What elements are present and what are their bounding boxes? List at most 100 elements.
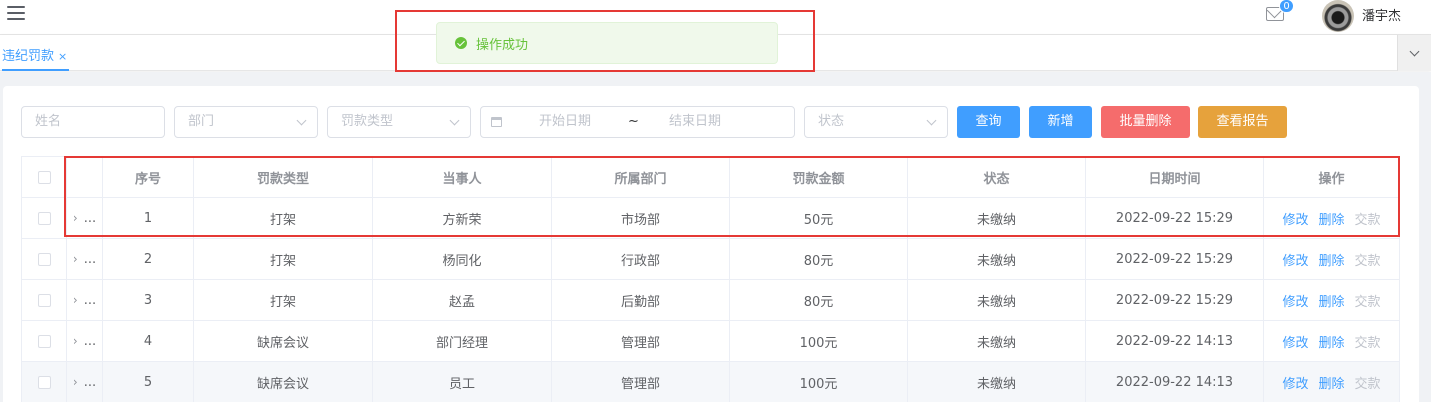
success-toast: 操作成功	[436, 22, 778, 64]
delete-button[interactable]: 删除	[1318, 209, 1344, 228]
column-header-index[interactable]: 序号	[103, 157, 194, 197]
expand-ellipsis: ...	[83, 251, 97, 267]
expand-ellipsis: ...	[83, 374, 97, 390]
expand-chevron-right-icon[interactable]: ›	[73, 334, 78, 348]
column-header-department[interactable]: 所属部门	[552, 157, 730, 197]
row-expand-cell[interactable]: ›...	[67, 239, 103, 279]
query-button[interactable]: 查询	[957, 106, 1020, 138]
cell-fine-type: 缺席会议	[194, 362, 373, 402]
edit-button[interactable]: 修改	[1282, 291, 1308, 310]
fine-type-placeholder: 罚款类型	[341, 114, 394, 129]
table-row[interactable]: ›... 2 打架 杨同化 行政部 80元 未缴纳 2022-09-22 15:29 修改 删除交…	[22, 239, 1400, 280]
cell-datetime: 2022-09-22 14:13	[1086, 362, 1264, 402]
fine-table: 序号 罚款类型 当事人 所属部门 罚款金额 状态 日期时间 操作 ›... 1 打架…	[21, 156, 1400, 402]
row-expand-cell[interactable]: ›...	[67, 321, 103, 361]
tag-fine-page[interactable]: 违纪罚款 ×	[2, 45, 70, 71]
chevron-down-icon	[449, 115, 460, 126]
table-row[interactable]: ›... 3 打架 赵孟 后勤部 80元 未缴纳 2022-09-22 15:29 修改 删除 交款	[22, 280, 1400, 321]
cell-person: 部门经理	[373, 321, 552, 361]
table-row[interactable]: ›... 5 缺席会议 员工 管理部 100元 未缴纳 2022-09-22 14:13 修改删…	[22, 362, 1400, 402]
hamburger-menu-icon[interactable]	[7, 6, 25, 22]
pay-button[interactable]: 交款	[1355, 250, 1381, 269]
pay-button[interactable]: 交款	[1355, 291, 1381, 310]
table-header-row: 序号 罚款类型 当事人 所属部门 罚款金额 状态 日期时间 操作	[22, 157, 1400, 198]
expand-chevron-right-icon[interactable]: ›	[73, 211, 78, 225]
row-select-cell	[22, 321, 67, 361]
chevron-down-icon	[296, 115, 307, 126]
column-header-person[interactable]: 当事人	[373, 157, 552, 197]
expand-chevron-right-icon[interactable]: ›	[73, 252, 78, 266]
row-expand-cell[interactable]: ›...	[67, 362, 103, 402]
expand-chevron-right-icon[interactable]: ›	[73, 293, 78, 307]
delete-button[interactable]: 删除	[1318, 250, 1344, 269]
pay-button[interactable]: 交款	[1355, 373, 1381, 392]
cell-actions: 修改 删除 交款	[1264, 239, 1400, 279]
column-header-amount[interactable]: 罚款金额	[730, 157, 908, 197]
row-checkbox[interactable]	[37, 211, 51, 225]
row-expand-cell[interactable]: ›...	[67, 280, 103, 320]
cell-person: 员工	[373, 362, 552, 402]
name-search-input[interactable]: 姓名	[21, 106, 165, 138]
user-avatar[interactable]	[1322, 0, 1354, 32]
cell-amount: 80元	[730, 280, 908, 320]
tag-label: 违纪罚款	[2, 49, 55, 64]
row-expand-cell[interactable]: ›...	[67, 198, 103, 238]
cell-index: 2	[103, 239, 194, 279]
cell-index: 1	[103, 198, 194, 238]
tags-dropdown-chevron-down-icon[interactable]	[1397, 35, 1431, 71]
cell-index: 4	[103, 321, 194, 361]
cell-actions: 修改 删除 交款	[1264, 280, 1400, 320]
cell-status: 未缴纳	[908, 198, 1086, 238]
user-name[interactable]: 潘宇杰	[1362, 5, 1401, 24]
cell-amount: 50元	[730, 198, 908, 238]
table-row[interactable]: ›... 1 打架 方新荣 市场部 50元 未缴纳 2022-09-22 15:29 修改 删除交…	[22, 198, 1400, 239]
cell-department: 行政部	[552, 239, 730, 279]
calendar-icon	[491, 117, 502, 127]
edit-button[interactable]: 修改	[1282, 250, 1308, 269]
edit-button[interactable]: 修改	[1282, 209, 1308, 228]
delete-button[interactable]: 删除	[1318, 291, 1344, 310]
cell-fine-type: 缺席会议	[194, 321, 373, 361]
table-row[interactable]: ›... 4 缺席会议 部门经理 管理部 100元 未缴纳 2022-09-22 14:13 修…	[22, 321, 1400, 362]
select-all-cell	[22, 157, 67, 197]
success-check-icon	[455, 37, 467, 49]
select-all-checkbox[interactable]	[37, 170, 51, 184]
column-header-datetime[interactable]: 日期时间	[1086, 157, 1264, 197]
end-date-placeholder[interactable]: 结束日期	[669, 107, 721, 137]
department-placeholder: 部门	[188, 114, 215, 129]
edit-button[interactable]: 修改	[1282, 373, 1308, 392]
row-checkbox[interactable]	[37, 334, 51, 348]
expand-chevron-right-icon[interactable]: ›	[73, 375, 78, 389]
cell-fine-type: 打架	[194, 280, 373, 320]
pay-button[interactable]: 交款	[1355, 332, 1381, 351]
batch-delete-button[interactable]: 批量删除	[1101, 106, 1190, 138]
add-button[interactable]: 新增	[1029, 106, 1092, 138]
tag-close-icon[interactable]: ×	[58, 50, 67, 63]
expand-header-cell	[67, 157, 103, 197]
pay-button[interactable]: 交款	[1355, 209, 1381, 228]
cell-status: 未缴纳	[908, 239, 1086, 279]
view-report-button[interactable]: 查看报告	[1198, 106, 1287, 138]
column-header-fine-type[interactable]: 罚款类型	[194, 157, 373, 197]
status-select[interactable]: 状态	[804, 106, 948, 138]
row-checkbox[interactable]	[37, 375, 51, 389]
date-range-separator: ~	[628, 114, 639, 129]
edit-button[interactable]: 修改	[1282, 332, 1308, 351]
cell-actions: 修改 删除 交款	[1264, 362, 1400, 402]
department-select[interactable]: 部门	[174, 106, 318, 138]
name-placeholder: 姓名	[35, 114, 62, 129]
row-checkbox[interactable]	[37, 252, 51, 266]
toast-message: 操作成功	[476, 37, 529, 53]
cell-datetime: 2022-09-22 15:29	[1086, 198, 1264, 238]
column-header-status[interactable]: 状态	[908, 157, 1086, 197]
delete-button[interactable]: 删除	[1318, 332, 1344, 351]
fine-type-select[interactable]: 罚款类型	[327, 106, 471, 138]
status-placeholder: 状态	[818, 114, 845, 129]
cell-status: 未缴纳	[908, 280, 1086, 320]
delete-button[interactable]: 删除	[1318, 373, 1344, 392]
row-checkbox[interactable]	[37, 293, 51, 307]
start-date-placeholder[interactable]: 开始日期	[539, 107, 591, 137]
date-range-picker[interactable]: 开始日期 ~ 结束日期	[480, 106, 795, 138]
row-select-cell	[22, 198, 67, 238]
cell-department: 市场部	[552, 198, 730, 238]
